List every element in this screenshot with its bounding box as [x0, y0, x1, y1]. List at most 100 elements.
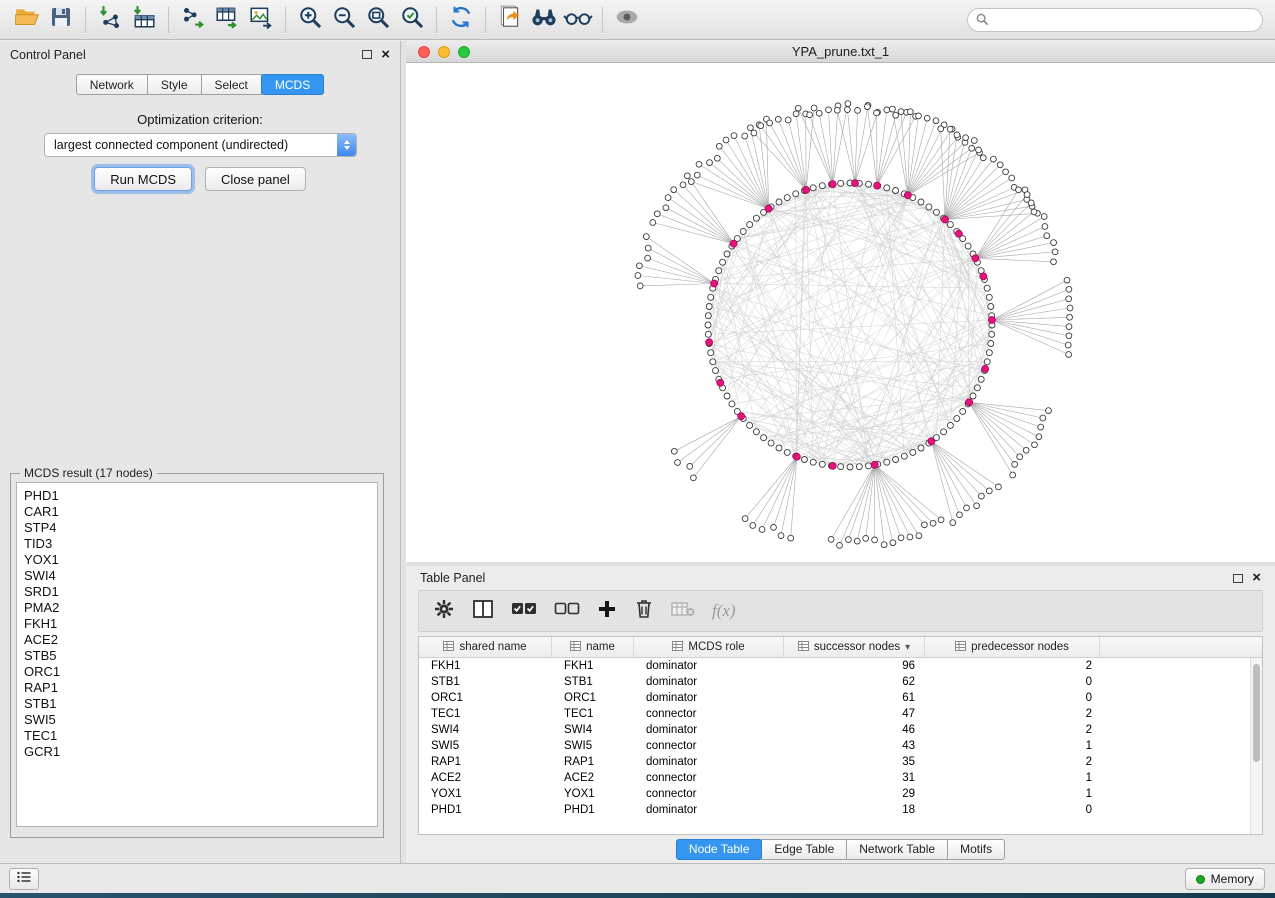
mcds-result-item[interactable]: STB5	[24, 648, 370, 664]
memory-button[interactable]: Memory	[1185, 868, 1265, 890]
mcds-result-item[interactable]: ORC1	[24, 664, 370, 680]
table-row[interactable]: TEC1TEC1connector472	[419, 706, 1250, 722]
mcds-result-item[interactable]: TEC1	[24, 728, 370, 744]
zoom-fit-button[interactable]	[361, 4, 395, 36]
import-network-icon	[97, 4, 123, 35]
folder-icon	[14, 4, 40, 35]
table-scrollbar[interactable]	[1250, 658, 1262, 834]
zoom-selected-button[interactable]	[395, 4, 429, 36]
refresh-view-button[interactable]	[444, 4, 478, 36]
column-header-mcds-role[interactable]: MCDS role	[634, 637, 784, 657]
column-header-name[interactable]: name	[552, 637, 634, 657]
run-mcds-button[interactable]: Run MCDS	[94, 167, 192, 191]
mcds-result-item[interactable]: ACE2	[24, 632, 370, 648]
show-hide-button[interactable]	[610, 4, 644, 36]
main-toolbar	[0, 0, 1275, 40]
mcds-result-box: MCDS result (17 nodes) PHD1CAR1STP4TID3Y…	[10, 466, 384, 838]
export-network-button[interactable]	[176, 4, 210, 36]
float-panel-icon[interactable]	[362, 50, 372, 59]
mcds-result-item[interactable]: TID3	[24, 536, 370, 552]
zoom-in-button[interactable]	[293, 4, 327, 36]
mcds-result-item[interactable]: CAR1	[24, 504, 370, 520]
tab-mcds[interactable]: MCDS	[261, 74, 324, 95]
minimize-window-icon[interactable]	[438, 46, 450, 58]
column-header-successor-nodes[interactable]: successor nodes▾	[784, 637, 925, 657]
close-table-panel-icon[interactable]: ×	[1252, 573, 1261, 583]
save-session-button[interactable]	[44, 4, 78, 36]
network-canvas[interactable]	[406, 63, 1275, 562]
tab-select[interactable]: Select	[201, 74, 262, 95]
export-table-button[interactable]	[210, 4, 244, 36]
gear-icon	[433, 598, 455, 625]
table-scrollbar-thumb[interactable]	[1253, 664, 1260, 762]
tab-edge-table[interactable]: Edge Table	[761, 839, 847, 860]
mcds-result-item[interactable]: SWI5	[24, 712, 370, 728]
table-row[interactable]: SWI5SWI5connector431	[419, 738, 1250, 754]
export-image-button[interactable]	[244, 4, 278, 36]
criterion-select[interactable]: largest connected component (undirected)	[44, 133, 357, 157]
function-builder-button[interactable]: f(x)	[712, 601, 736, 621]
mcds-action-buttons: Run MCDS Close panel	[0, 167, 400, 191]
table-row[interactable]: PHD1PHD1dominator180	[419, 802, 1250, 818]
plus-icon	[597, 599, 617, 624]
zoom-out-button[interactable]	[327, 4, 361, 36]
table-row[interactable]: YOX1YOX1connector291	[419, 786, 1250, 802]
close-panel-icon[interactable]: ×	[381, 50, 390, 60]
mcds-result-item[interactable]: SWI4	[24, 568, 370, 584]
mcds-result-item[interactable]: GCR1	[24, 744, 370, 760]
table-panel: Table Panel × f(x) shared name name MCDS…	[406, 566, 1275, 863]
import-table-button[interactable]	[127, 4, 161, 36]
window-traffic-lights	[418, 46, 470, 58]
table-row[interactable]: RAP1RAP1dominator352	[419, 754, 1250, 770]
refresh-icon	[448, 4, 474, 35]
search-input[interactable]	[967, 8, 1263, 32]
sort-caret-icon: ▾	[905, 642, 910, 653]
search-box	[967, 8, 1263, 32]
column-header-shared-name[interactable]: shared name	[419, 637, 552, 657]
table-row[interactable]: ACE2ACE2connector311	[419, 770, 1250, 786]
table-settings-button[interactable]	[433, 598, 455, 625]
delete-column-button[interactable]	[634, 598, 654, 625]
table-row[interactable]: FKH1FKH1dominator962	[419, 658, 1250, 674]
open-file-button[interactable]	[10, 4, 44, 36]
tab-motifs[interactable]: Motifs	[947, 839, 1005, 860]
table-row[interactable]: STB1STB1dominator620	[419, 674, 1250, 690]
task-history-button[interactable]	[9, 868, 39, 890]
add-column-button[interactable]	[597, 599, 617, 624]
inspect-button[interactable]	[561, 4, 595, 36]
zoom-selected-icon	[399, 4, 426, 36]
unchecked-boxes-icon	[554, 599, 580, 624]
network-nodes[interactable]	[635, 101, 1073, 549]
import-network-button[interactable]	[93, 4, 127, 36]
share-document-button[interactable]	[493, 4, 527, 36]
tab-style[interactable]: Style	[147, 74, 202, 95]
mcds-result-item[interactable]: PMA2	[24, 600, 370, 616]
column-header-predecessor-nodes[interactable]: predecessor nodes	[925, 637, 1100, 657]
column-sort-icon	[570, 641, 581, 654]
select-all-button[interactable]	[511, 599, 537, 624]
delete-table-icon	[671, 600, 695, 623]
tab-network[interactable]: Network	[76, 74, 148, 95]
mcds-result-item[interactable]: STB1	[24, 696, 370, 712]
mcds-result-item[interactable]: YOX1	[24, 552, 370, 568]
table-row[interactable]: SWI4SWI4dominator462	[419, 722, 1250, 738]
delete-table-button[interactable]	[671, 600, 695, 623]
close-panel-button[interactable]: Close panel	[205, 167, 306, 191]
network-window-titlebar[interactable]: YPA_prune.txt_1	[406, 41, 1275, 63]
float-table-panel-icon[interactable]	[1233, 574, 1243, 583]
tab-network-table[interactable]: Network Table	[846, 839, 948, 860]
mcds-result-item[interactable]: SRD1	[24, 584, 370, 600]
unselect-all-button[interactable]	[554, 599, 580, 624]
table-row[interactable]: ORC1ORC1dominator610	[419, 690, 1250, 706]
search-network-button[interactable]	[527, 4, 561, 36]
mcds-result-item[interactable]: PHD1	[24, 488, 370, 504]
mcds-result-item[interactable]: STP4	[24, 520, 370, 536]
show-columns-button[interactable]	[472, 599, 494, 624]
mcds-result-item[interactable]: FKH1	[24, 616, 370, 632]
close-window-icon[interactable]	[418, 46, 430, 58]
tab-node-table[interactable]: Node Table	[676, 839, 763, 860]
mcds-result-item[interactable]: RAP1	[24, 680, 370, 696]
column-sort-icon	[672, 641, 683, 654]
import-table-icon	[131, 4, 157, 35]
maximize-window-icon[interactable]	[458, 46, 470, 58]
